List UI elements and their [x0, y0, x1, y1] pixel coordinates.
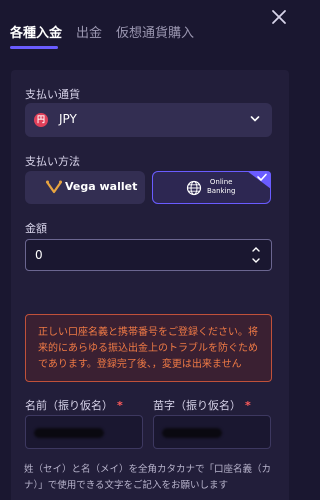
header: 各種入金 出金 仮想通貨購入	[0, 0, 300, 50]
online-banking-button[interactable]: Online Banking	[152, 171, 271, 204]
amount-label: 金額	[25, 222, 47, 235]
first-name-label: 名前（振り仮名） *	[25, 397, 123, 413]
payment-method-label: 支払い方法	[25, 155, 80, 168]
vega-wallet-label: Vega wallet	[65, 180, 138, 193]
katakana-note: 姓（セイ）と名（メイ）を全角カタカナで「口座名義（カナ）」で使用できる文字をご記…	[24, 464, 272, 491]
redacted-value	[34, 428, 104, 438]
amount-input[interactable]: 0	[25, 239, 272, 271]
last-name-label-text: 苗字（振り仮名）	[153, 399, 241, 412]
online-banking-label-line2: Banking	[207, 187, 236, 195]
warning-text: 正しい口座名義と携帯番号をご登録ください。将来的にあらゆる振込出金上のトラブルを…	[38, 327, 258, 370]
yen-coin-icon: 円	[34, 113, 48, 127]
currency-label: 支払い通貨	[25, 88, 80, 101]
tab-deposit[interactable]: 各種入金	[10, 22, 62, 41]
required-mark: *	[245, 399, 251, 412]
active-tab-indicator	[10, 46, 58, 49]
tab-crypto-purchase[interactable]: 仮想通貨購入	[116, 22, 194, 41]
online-banking-label: Online Banking	[207, 178, 235, 196]
warning-notice: 正しい口座名義と携帯番号をご登録ください。将来的にあらゆる振込出金上のトラブルを…	[25, 314, 272, 382]
first-name-input[interactable]	[25, 415, 143, 449]
globe-icon	[186, 180, 202, 196]
close-icon[interactable]	[270, 8, 288, 26]
required-mark: *	[117, 399, 123, 412]
vega-wallet-button[interactable]: Vega wallet	[25, 171, 145, 204]
last-name-input[interactable]	[153, 415, 271, 449]
redacted-value	[162, 428, 222, 438]
tab-withdraw[interactable]: 出金	[76, 22, 102, 41]
online-banking-label-line1: Online	[209, 178, 233, 186]
number-stepper-icon[interactable]	[251, 244, 261, 266]
chevron-down-icon	[250, 116, 260, 122]
check-icon	[247, 171, 271, 189]
vega-logo-icon	[46, 180, 62, 194]
last-name-label: 苗字（振り仮名） *	[153, 397, 251, 413]
currency-select[interactable]: 円 JPY	[25, 103, 272, 137]
amount-value: 0	[35, 248, 43, 262]
currency-value: JPY	[59, 112, 77, 126]
first-name-label-text: 名前（振り仮名）	[25, 399, 113, 412]
